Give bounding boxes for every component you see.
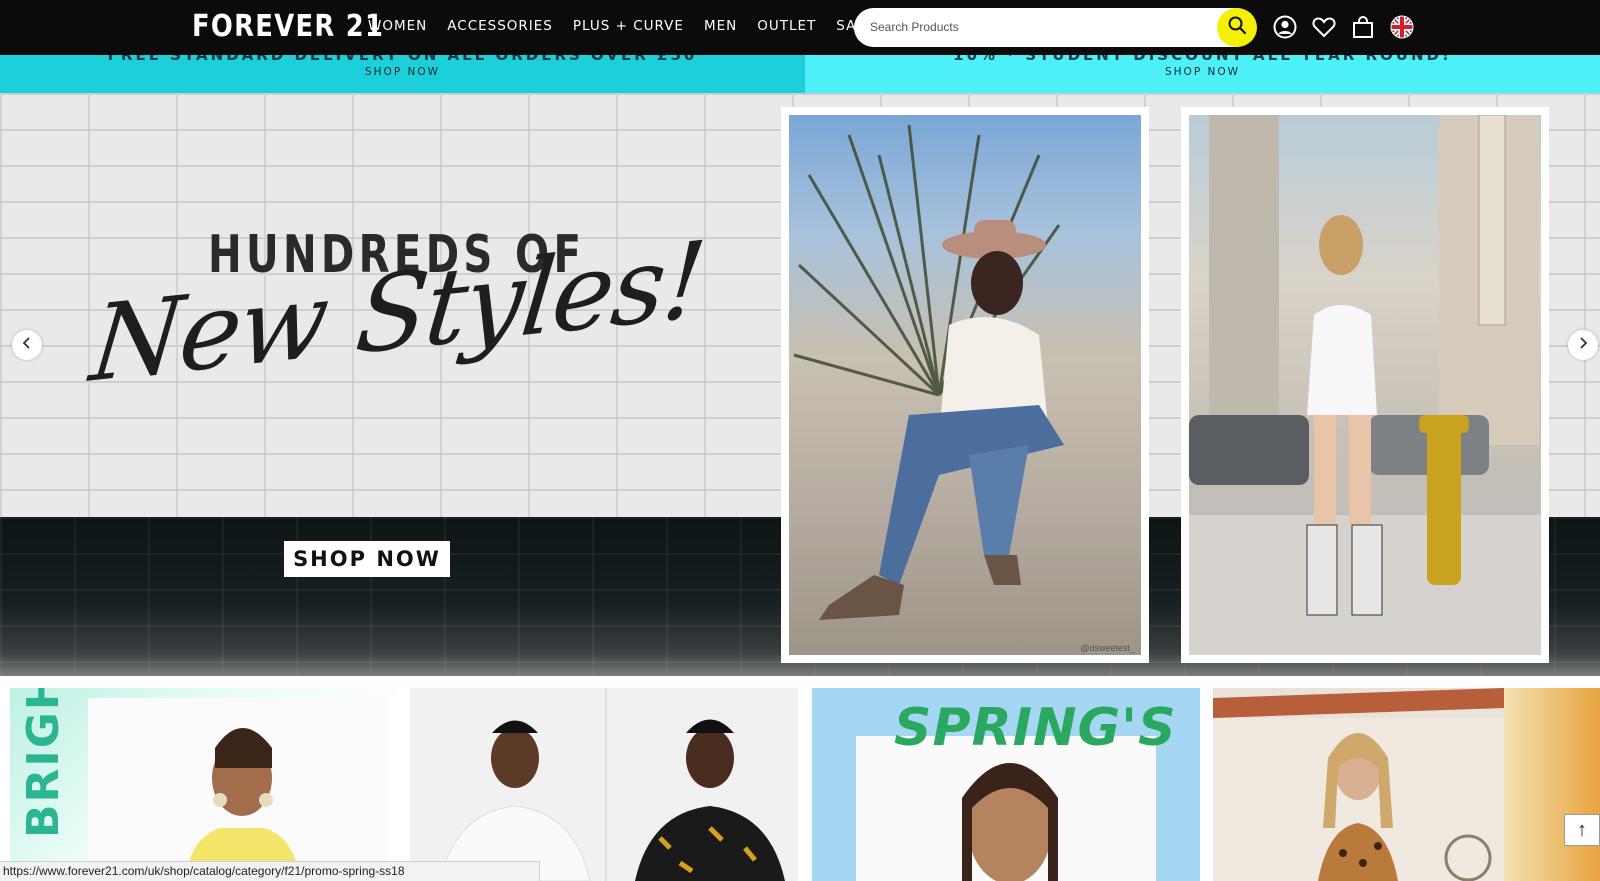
back-to-top-button[interactable]: ↑ [1564,814,1600,846]
status-bar-url: https://www.forever21.com/uk/shop/catalo… [0,861,540,881]
search-button[interactable] [1217,8,1257,47]
arrow-up-icon: ↑ [1577,818,1587,841]
wishlist-heart-icon[interactable] [1311,14,1337,40]
category-card-partial[interactable] [1504,688,1600,881]
photo-image: @dsweetest_ [789,115,1141,655]
category-card-bright[interactable]: BRIGHT [10,688,397,881]
account-icon[interactable] [1272,14,1298,40]
promo-banner-student[interactable]: 10% * STUDENT DISCOUNT ALL YEAR ROUND! S… [805,55,1600,93]
nav-men[interactable]: MEN [704,18,737,34]
hero-photo-street [1181,107,1549,663]
search-box [854,8,1256,47]
chevron-right-icon [1577,336,1589,355]
category-card-springs[interactable]: SPRING'S [812,688,1200,881]
promo-banner-delivery[interactable]: FREE STANDARD DELIVERY ON ALL ORDERS OVE… [0,55,805,93]
chevron-left-icon [21,336,33,355]
hero-photo-desert: @dsweetest_ [781,107,1149,663]
nav-outlet[interactable]: OUTLET [757,18,816,34]
carousel-prev-button[interactable] [12,330,42,360]
search-icon [1227,15,1247,40]
category-card-men[interactable] [410,688,798,881]
promo-shop-now-link[interactable]: SHOP NOW [0,66,805,78]
shopping-bag-icon[interactable] [1350,14,1376,40]
photo-image [1189,115,1541,655]
uk-flag-icon[interactable] [1389,14,1415,40]
logo[interactable]: FOREVER 21 [192,9,384,44]
nav-women[interactable]: WOMEN [368,18,427,34]
site-header: FOREVER 21 WOMEN ACCESSORIES PLUS + CURV… [0,0,1600,55]
nav-accessories[interactable]: ACCESSORIES [447,18,553,34]
hero-shop-now-button[interactable]: SHOP NOW [284,541,450,577]
carousel-next-button[interactable] [1568,330,1598,360]
promo-shop-now-link[interactable]: SHOP NOW [805,66,1600,78]
nav-plus-curve[interactable]: PLUS + CURVE [573,18,684,34]
photo-credit: @dsweetest_ [1080,643,1135,653]
search-input[interactable] [870,17,1200,37]
promo-headline: 10% * STUDENT DISCOUNT ALL YEAR ROUND! [953,55,1452,64]
main-nav: WOMEN ACCESSORIES PLUS + CURVE MEN OUTLE… [368,18,874,34]
category-card-title: SPRING'S [894,698,1177,758]
promo-headline: FREE STANDARD DELIVERY ON ALL ORDERS OVE… [107,55,698,64]
category-card-leopard[interactable] [1213,688,1504,881]
hero-banner[interactable]: HUNDREDS OF New Styles! SHOP NOW @dsweet… [0,93,1600,676]
